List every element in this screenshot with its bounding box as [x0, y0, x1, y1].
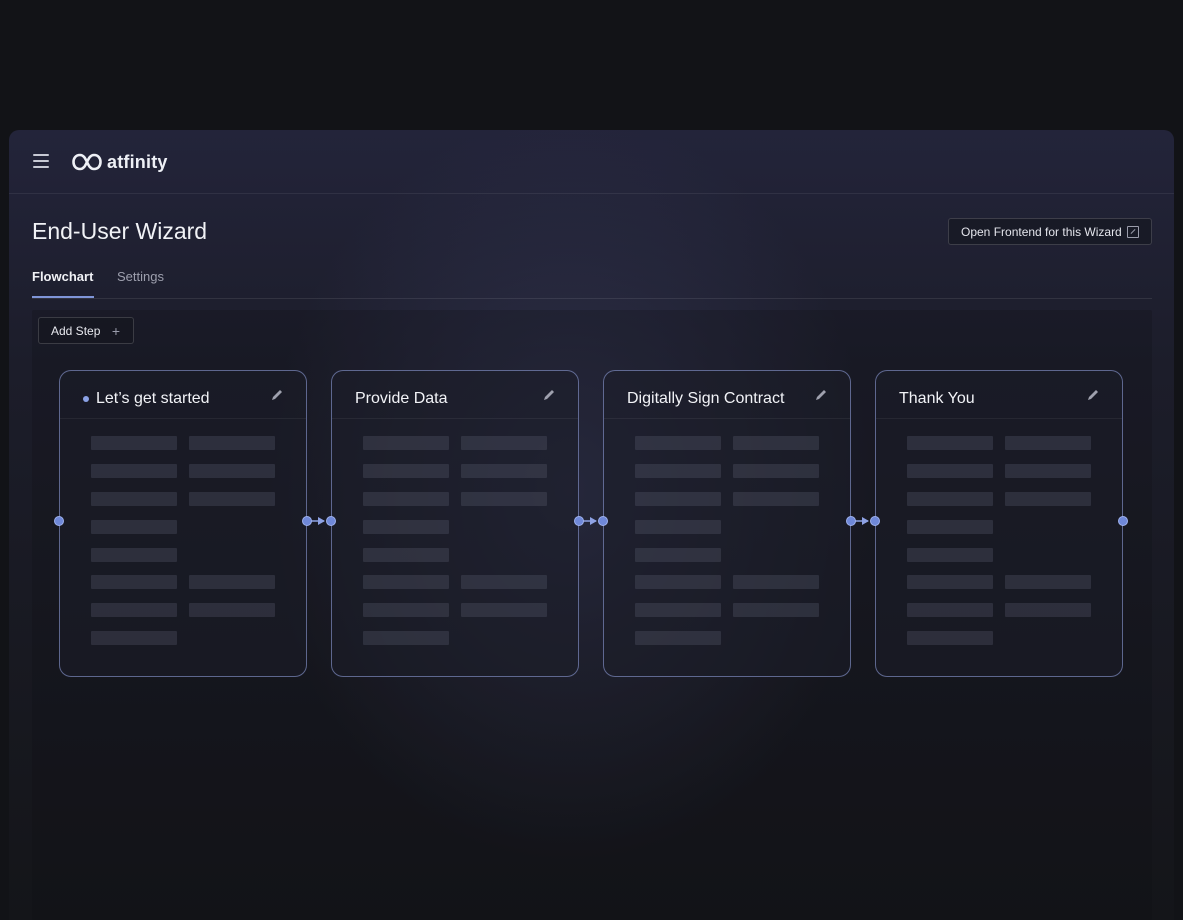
plus-icon: + [111, 323, 120, 339]
pencil-icon[interactable] [270, 388, 284, 402]
pencil-icon[interactable] [1086, 388, 1100, 402]
card-header: Digitally Sign Contract [604, 371, 850, 419]
step-card-thank-you[interactable]: Thank You [875, 370, 1123, 677]
step-card-lets-get-started[interactable]: Let’s get started [59, 370, 307, 677]
step-title: Thank You [899, 390, 975, 407]
external-link-icon [1127, 226, 1139, 238]
step-title: Let’s get started [96, 390, 210, 407]
output-port[interactable] [1118, 516, 1128, 526]
stage: atfinity End-User Wizard Open Frontend f… [0, 0, 1183, 920]
app-window: atfinity End-User Wizard Open Frontend f… [9, 130, 1174, 920]
open-frontend-label: Open Frontend for this Wizard [961, 224, 1122, 239]
brand-logo[interactable]: atfinity [72, 151, 168, 173]
hamburger-menu-icon[interactable] [33, 154, 49, 168]
top-bar: atfinity [9, 130, 1174, 194]
open-frontend-button[interactable]: Open Frontend for this Wizard [948, 218, 1152, 245]
connector-arrow-3 [846, 516, 880, 526]
pencil-icon[interactable] [542, 388, 556, 402]
card-header: Provide Data [332, 371, 578, 419]
tab-bar: Flowchart Settings [32, 269, 1152, 299]
brand-name: atfinity [107, 151, 168, 172]
tab-flowchart[interactable]: Flowchart [32, 269, 94, 298]
step-title: Digitally Sign Contract [627, 390, 785, 407]
card-header: Let’s get started [60, 371, 306, 419]
page-title: End-User Wizard [32, 218, 208, 244]
input-port[interactable] [54, 516, 64, 526]
step-card-digitally-sign-contract[interactable]: Digitally Sign Contract [603, 370, 851, 677]
pencil-icon[interactable] [814, 388, 828, 402]
tab-settings[interactable]: Settings [117, 269, 164, 298]
card-header: Thank You [876, 371, 1122, 419]
connector-arrow-2 [574, 516, 608, 526]
step-title: Provide Data [355, 390, 448, 407]
connector-arrow-1 [302, 516, 336, 526]
infinity-logo-icon [72, 153, 102, 171]
add-step-label: Add Step [51, 323, 101, 338]
start-marker-icon [83, 396, 89, 402]
add-step-button[interactable]: Add Step + [38, 317, 134, 344]
step-card-provide-data[interactable]: Provide Data [331, 370, 579, 677]
